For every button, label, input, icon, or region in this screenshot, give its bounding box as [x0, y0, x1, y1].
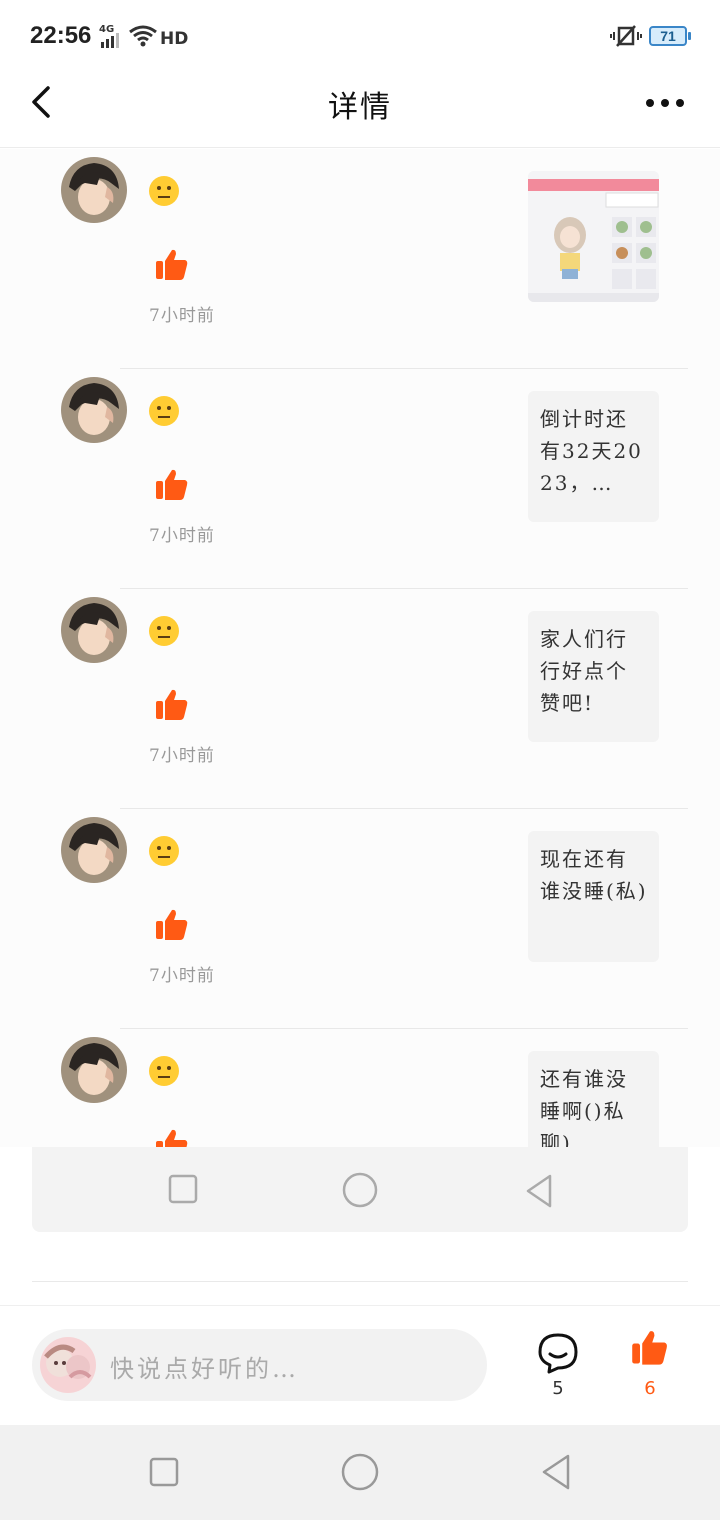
- post-preview[interactable]: 家人们行行好点个赞吧!: [528, 611, 659, 742]
- notification-feed[interactable]: 7小时前 7小时前 倒计时还有32天2023，… 7小时前 家人们行行好点个赞吧…: [0, 149, 720, 1147]
- post-preview[interactable]: 倒计时还有32天2023，…: [528, 391, 659, 522]
- post-preview-text: 家人们行行好点个赞吧!: [540, 627, 628, 715]
- avatar[interactable]: [61, 597, 127, 663]
- timestamp: 7小时前: [149, 746, 215, 766]
- avatar[interactable]: [61, 1037, 127, 1103]
- thumbs-up-icon[interactable]: [154, 247, 190, 283]
- vibrate-icon: [610, 25, 642, 47]
- timestamp: 7小时前: [149, 966, 215, 986]
- thumbs-up-icon[interactable]: [154, 1127, 190, 1147]
- neutral-face-icon: [149, 616, 179, 646]
- timestamp: 7小时前: [149, 526, 215, 546]
- wifi-icon: [129, 25, 157, 47]
- recents-square-icon[interactable]: [168, 1174, 198, 1204]
- back-triangle-icon[interactable]: [524, 1174, 554, 1208]
- list-item[interactable]: 还有谁没睡啊()私聊): [0, 1029, 720, 1147]
- post-preview[interactable]: 还有谁没睡啊()私聊): [528, 1051, 659, 1147]
- hd-label: HD: [160, 29, 189, 49]
- thumbs-up-icon[interactable]: [154, 907, 190, 943]
- more-options-icon[interactable]: [646, 92, 696, 112]
- list-item[interactable]: 7小时前 现在还有谁没睡(私): [0, 809, 720, 1029]
- comment-input[interactable]: 快说点好听的…: [32, 1329, 487, 1401]
- home-circle-icon[interactable]: [342, 1172, 378, 1208]
- input-placeholder: 快说点好听的…: [110, 1355, 299, 1383]
- avatar[interactable]: [61, 817, 127, 883]
- avatar[interactable]: [61, 157, 127, 223]
- my-avatar: [40, 1337, 96, 1393]
- thumbs-up-icon[interactable]: [154, 687, 190, 723]
- back-triangle-icon[interactable]: [540, 1454, 572, 1490]
- thumbs-up-icon[interactable]: [630, 1328, 670, 1368]
- post-preview[interactable]: 现在还有谁没睡(私): [528, 831, 659, 962]
- recents-square-icon[interactable]: [149, 1457, 179, 1487]
- divider: [32, 1281, 688, 1282]
- like-count: 6: [644, 1378, 656, 1399]
- list-item[interactable]: 7小时前 家人们行行好点个赞吧!: [0, 589, 720, 809]
- status-bar: 22:56 4G HD 71: [0, 0, 720, 72]
- neutral-face-icon: [149, 836, 179, 866]
- neutral-face-icon: [149, 176, 179, 206]
- comment-count: 5: [552, 1378, 564, 1399]
- system-navigation-bar: [0, 1425, 720, 1520]
- timestamp: 7小时前: [149, 306, 215, 326]
- avatar[interactable]: [61, 377, 127, 443]
- post-preview-text: 倒计时还有32天2023，…: [540, 407, 643, 495]
- header: 详情: [0, 72, 720, 148]
- bottom-action-bar: 快说点好听的… 5 6: [0, 1305, 720, 1425]
- battery-indicator: 71: [649, 26, 691, 46]
- list-item[interactable]: 7小时前 倒计时还有32天2023，…: [0, 369, 720, 589]
- neutral-face-icon: [149, 1056, 179, 1086]
- list-item[interactable]: 7小时前: [0, 149, 720, 369]
- thumbs-up-icon[interactable]: [154, 467, 190, 503]
- post-preview-text: 现在还有谁没睡(私): [540, 847, 648, 903]
- home-circle-icon[interactable]: [341, 1453, 379, 1491]
- post-thumbnail[interactable]: [528, 171, 659, 302]
- neutral-face-icon: [149, 396, 179, 426]
- comment-bubble-icon[interactable]: [537, 1332, 579, 1374]
- overlay-navigation-bar: [32, 1147, 688, 1232]
- signal-icon: [101, 33, 119, 48]
- status-time: 22:56: [30, 22, 92, 49]
- page-title: 详情: [328, 90, 392, 125]
- post-preview-text: 还有谁没睡啊()私聊): [540, 1067, 628, 1147]
